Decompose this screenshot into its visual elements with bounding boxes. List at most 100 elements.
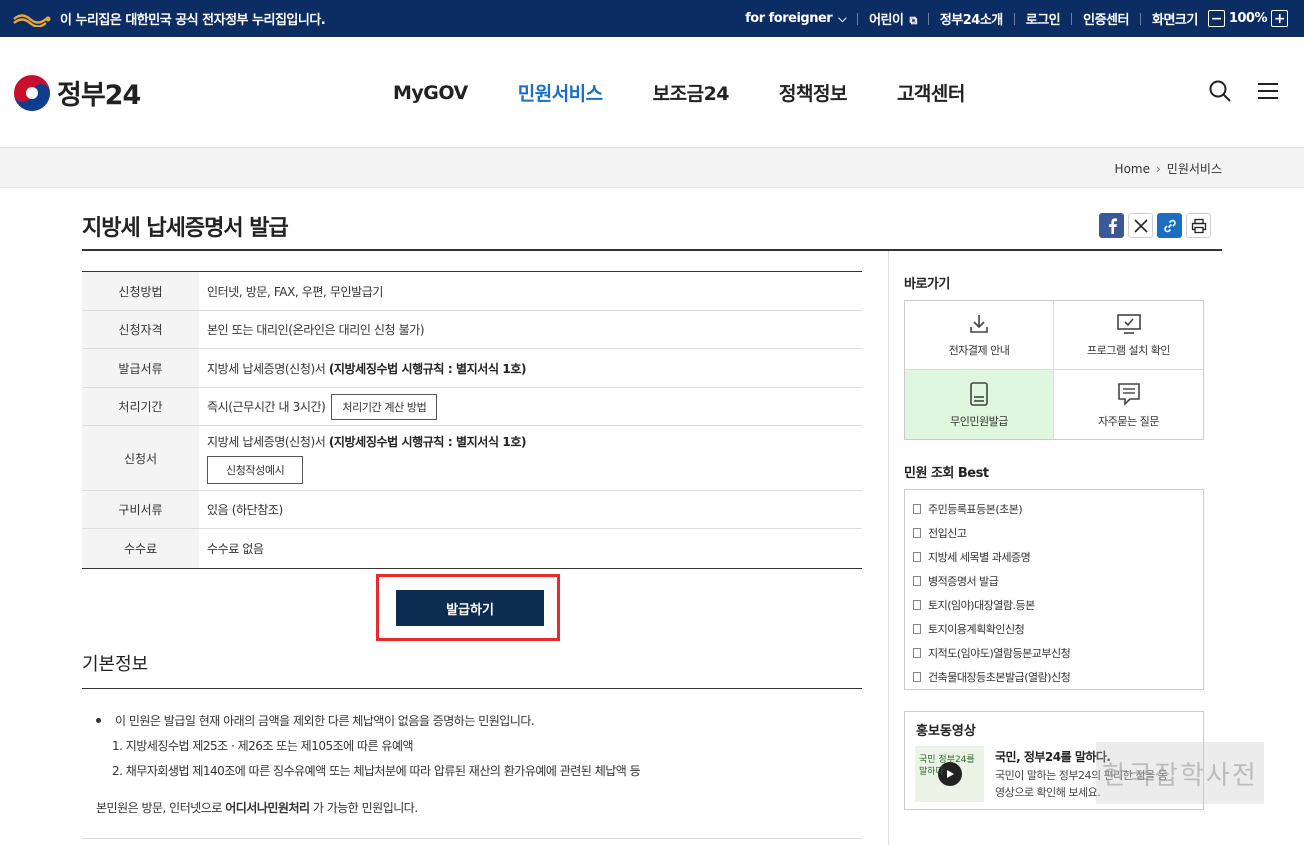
kids-link[interactable]: 어린이 ⧉ xyxy=(869,9,917,28)
search-icon[interactable] xyxy=(1208,79,1232,107)
table-row: 발급서류 지방세 납세증명(신청)서 (지방세징수법 시행규칙 : 별지서식 1… xyxy=(82,349,862,388)
quick-link-program-check[interactable]: 프로그램 설치 확인 xyxy=(1054,301,1203,370)
nav-policy-info[interactable]: 정책정보 xyxy=(779,79,847,106)
row-label: 신청방법 xyxy=(82,272,199,310)
promo-title: 홍보동영상 xyxy=(916,724,976,739)
download-icon xyxy=(970,315,988,333)
list-item[interactable]: 지방세 세목별 과세증명 xyxy=(905,545,1203,569)
page-title: 지방세 납세증명서 발급 xyxy=(82,216,289,241)
row-value: 즉시(근무시간 내 3시간) 처리기간 계산 방법 xyxy=(199,388,862,425)
external-link-icon: ⧉ xyxy=(909,14,917,27)
copy-link-button[interactable] xyxy=(1157,213,1182,238)
list-item[interactable]: 지적도(임야도)열람등본교부신청 xyxy=(905,641,1203,665)
chevron-down-icon: ⌵ xyxy=(838,12,847,25)
row-value: 지방세 납세증명(신청)서 (지방세징수법 시행규칙 : 별지서식 1호) 신청… xyxy=(199,426,862,490)
quick-links-title: 바로가기 xyxy=(904,277,950,292)
form-name: 지방세 납세증명(신청)서 xyxy=(207,434,326,449)
for-foreigner-link[interactable]: for foreigner ⌵ xyxy=(745,11,846,26)
document-icon xyxy=(913,600,921,610)
row-label: 신청서 xyxy=(82,426,199,490)
info-table: 신청방법 인터넷, 방문, FAX, 우편, 무인발급기 신청자격 본인 또는 … xyxy=(82,271,862,569)
gov-topbar: 이 누리집은 대한민국 공식 전자정부 누리집입니다. for foreigne… xyxy=(0,0,1304,37)
login-link[interactable]: 로그인 xyxy=(1026,9,1061,28)
table-row: 수수료 수수료 없음 xyxy=(82,529,862,568)
quick-link-kiosk[interactable]: 무인민원발급 xyxy=(905,370,1054,439)
breadcrumb-home[interactable]: Home xyxy=(1115,162,1150,176)
site-logo[interactable]: 정부24 xyxy=(13,73,141,112)
document-icon xyxy=(913,624,921,634)
form-ref: (지방세징수법 시행규칙 : 별지서식 1호) xyxy=(328,434,527,449)
table-row: 처리기간 즉시(근무시간 내 3시간) 처리기간 계산 방법 xyxy=(82,388,862,426)
table-row: 신청자격 본인 또는 대리인(온라인은 대리인 신청 불가) xyxy=(82,311,862,349)
gov-notice-text: 이 누리집은 대한민국 공식 전자정부 누리집입니다. xyxy=(60,13,326,28)
list-item[interactable]: 토지이용계획확인신청 xyxy=(905,617,1203,641)
taegeuk-logo-icon xyxy=(14,74,50,111)
video-thumbnail[interactable]: 국민 정부24를 말하다 xyxy=(915,746,984,802)
top-utils: for foreigner ⌵ 어린이 ⧉ 정부24소개 로그인 인증센터 화면크기… xyxy=(745,0,1292,37)
basic-info-sub2: 2. 채무자회생법 제140조에 따른 징수유예액 또는 체납처분에 따라 압류… xyxy=(112,764,641,778)
row-value: 있음 (하단참조) xyxy=(207,503,283,517)
promo-video-title[interactable]: 국민, 정부24를 말하다. xyxy=(995,748,1111,765)
sidebar-divider xyxy=(888,251,889,845)
row-label: 발급서류 xyxy=(82,349,199,387)
logo-text: 정부24 xyxy=(57,80,141,111)
table-row: 신청서 지방세 납세증명(신청)서 (지방세징수법 시행규칙 : 별지서식 1호… xyxy=(82,426,862,491)
zoom-out-button[interactable]: − xyxy=(1207,10,1225,27)
row-value: 수수료 없음 xyxy=(207,542,264,556)
facebook-icon xyxy=(1108,217,1117,234)
form-example-button[interactable]: 신청작성예시 xyxy=(207,455,304,484)
cert-center-link[interactable]: 인증센터 xyxy=(1083,9,1129,28)
issue-button[interactable]: 발급하기 xyxy=(396,590,544,626)
basic-info-bottom-line xyxy=(82,838,862,839)
facebook-share-button[interactable] xyxy=(1099,213,1124,238)
best-list: 주민등록표등본(초본) 전입신고 지방세 세목별 과세증명 병적증명서 발급 토… xyxy=(904,489,1204,690)
document-icon xyxy=(913,576,921,586)
title-divider xyxy=(82,249,1222,251)
quick-links-grid: 전자결제 안내 프로그램 설치 확인 무인민원발급 자주묻는 질문 xyxy=(904,300,1204,440)
about-link[interactable]: 정부24소개 xyxy=(940,9,1003,28)
doc-name: 지방세 납세증명(신청)서 xyxy=(207,361,326,376)
document-icon xyxy=(913,672,921,682)
basic-info-item: 이 민원은 발급일 현재 아래의 금액을 제외한 다른 체납액이 없음을 증명하… xyxy=(115,714,535,728)
best-title: 민원 조회 Best xyxy=(904,466,989,481)
anywhere-service-text: 어디서나민원처리 xyxy=(225,801,310,815)
chevron-right-icon: › xyxy=(1155,161,1161,176)
document-icon xyxy=(913,648,921,658)
table-row: 신청방법 인터넷, 방문, FAX, 우편, 무인발급기 xyxy=(82,272,862,311)
link-icon xyxy=(1163,219,1176,232)
quick-link-epay[interactable]: 전자결제 안내 xyxy=(905,301,1054,370)
period-value: 즉시(근무시간 내 3시간) xyxy=(207,400,326,414)
list-item[interactable]: 토지(임야)대장열람.등본 xyxy=(905,593,1203,617)
list-item[interactable]: 주민등록표등본(초본) xyxy=(905,497,1203,521)
zoom-in-button[interactable]: + xyxy=(1271,10,1288,27)
quick-link-faq[interactable]: 자주묻는 질문 xyxy=(1054,370,1203,439)
bullet-icon xyxy=(96,718,101,723)
list-item[interactable]: 병적증명서 발급 xyxy=(905,569,1203,593)
breadcrumb: Home › 민원서비스 xyxy=(1115,160,1222,177)
menu-icon[interactable] xyxy=(1256,79,1280,107)
watermark: 한국잡학사전 xyxy=(1096,742,1264,804)
period-calc-button[interactable]: 처리기간 계산 방법 xyxy=(331,393,438,420)
basic-info-list: 이 민원은 발급일 현재 아래의 금액을 제외한 다른 체납액이 없음을 증명하… xyxy=(96,712,641,779)
gov-symbol-icon xyxy=(13,13,51,27)
kiosk-icon xyxy=(970,381,988,406)
nav-civil-service[interactable]: 민원서비스 xyxy=(518,79,603,106)
screen-size-label: 화면크기 xyxy=(1151,13,1198,28)
list-item[interactable]: 건축물대장등초본발급(열람)신청 xyxy=(905,665,1203,689)
print-icon xyxy=(1191,218,1206,233)
row-label: 신청자격 xyxy=(82,311,199,348)
row-value: 지방세 납세증명(신청)서 (지방세징수법 시행규칙 : 별지서식 1호) xyxy=(199,349,862,387)
document-icon xyxy=(913,528,921,538)
row-value: 인터넷, 방문, FAX, 우편, 무인발급기 xyxy=(207,284,384,299)
document-icon xyxy=(913,504,921,514)
breadcrumb-current[interactable]: 민원서비스 xyxy=(1167,160,1222,177)
print-button[interactable] xyxy=(1186,213,1211,238)
x-share-button[interactable] xyxy=(1128,213,1153,238)
site-header: 정부24 MyGOV 민원서비스 보조금24 정책정보 고객센터 xyxy=(0,37,1304,148)
nav-mygov[interactable]: MyGOV xyxy=(393,82,468,104)
nav-subsidy24[interactable]: 보조금24 xyxy=(653,79,730,106)
row-label: 구비서류 xyxy=(82,491,199,528)
list-item[interactable]: 전입신고 xyxy=(905,521,1203,545)
nav-customer-center[interactable]: 고객센터 xyxy=(897,79,965,106)
zoom-level: 100% xyxy=(1228,11,1268,26)
